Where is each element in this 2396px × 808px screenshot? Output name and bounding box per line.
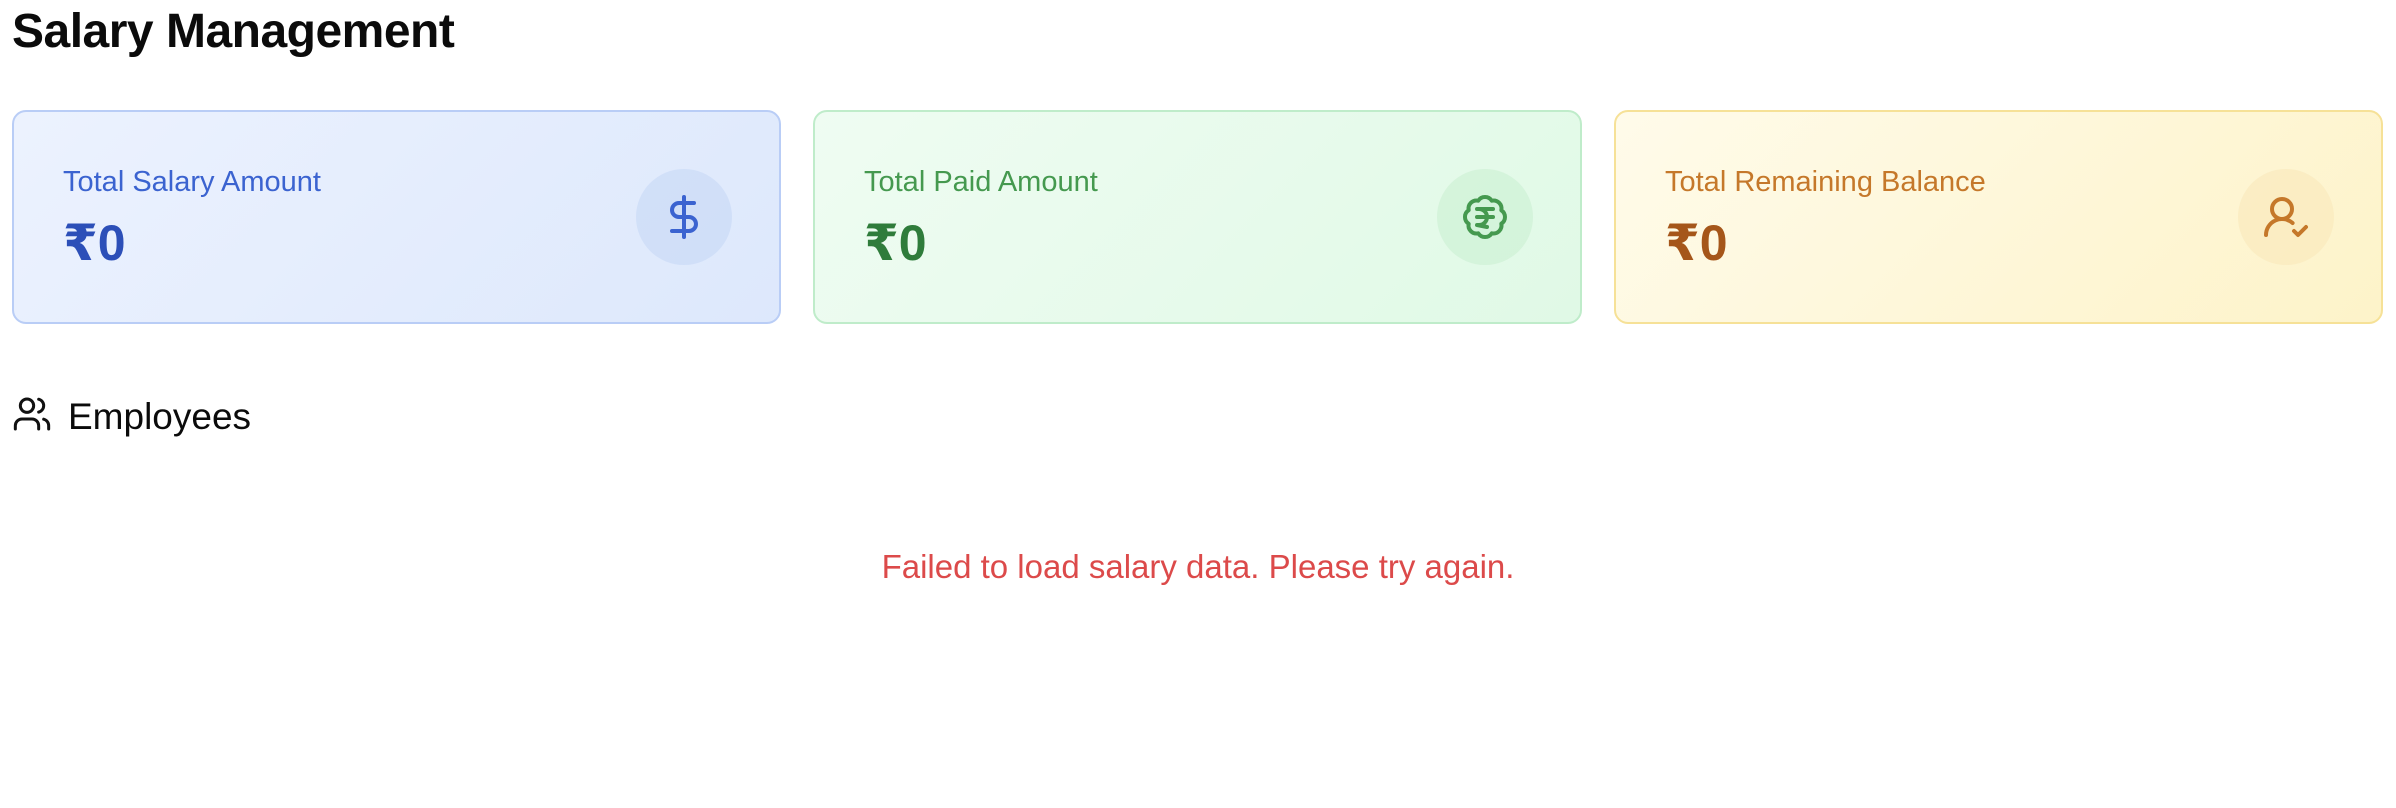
total-salary-card: Total Salary Amount ₹0 (12, 110, 781, 324)
total-remaining-value: ₹0 (1665, 215, 1728, 271)
dollar-icon (636, 169, 732, 265)
employees-section-header: Employees (12, 394, 251, 439)
employees-section-title: Employees (68, 395, 252, 437)
total-salary-label: Total Salary Amount (63, 166, 321, 198)
summary-cards: Total Salary Amount ₹0 Total Paid Amount… (12, 110, 2383, 324)
total-paid-card: Total Paid Amount ₹0 (813, 110, 1582, 324)
rupee-badge-icon (1437, 169, 1533, 265)
total-remaining-card: Total Remaining Balance ₹0 (1614, 110, 2383, 324)
salary-load-error-message: Failed to load salary data. Please try a… (881, 548, 1515, 585)
page-title: Salary Management (12, 5, 455, 58)
total-paid-value: ₹0 (864, 215, 927, 271)
user-check-icon (2238, 169, 2334, 265)
users-icon (12, 394, 52, 439)
salary-management-page: Salary Management Total Salary Amount ₹0… (12, 0, 2384, 585)
total-paid-label: Total Paid Amount (864, 166, 1098, 198)
total-remaining-label: Total Remaining Balance (1665, 166, 1986, 198)
total-salary-value: ₹0 (63, 215, 126, 271)
